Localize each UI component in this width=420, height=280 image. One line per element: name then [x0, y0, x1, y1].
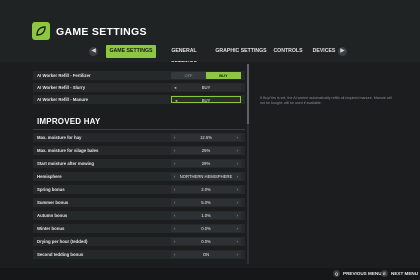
- setting-row-slurry[interactable]: AI Worker Refill - Slurry ◂ BUY: [33, 83, 245, 92]
- tab-general-settings[interactable]: GENERAL SETTINGS: [158, 45, 210, 67]
- arrow-right-icon[interactable]: ›: [237, 199, 239, 206]
- chevron-left-icon[interactable]: ◀: [89, 47, 98, 56]
- setting-label: Max. moisture for silage bales: [37, 148, 99, 153]
- value-selector[interactable]: ‹ 25% ›: [171, 147, 241, 154]
- setting-label: Second tedding bonus: [37, 252, 84, 257]
- selector-value: 2.0%: [201, 187, 211, 192]
- setting-label: Winter bonus: [37, 226, 65, 231]
- setting-row-fertilizer[interactable]: AI Worker Refill - Fertilizer OFF BUY: [33, 71, 245, 80]
- setting-row-hemisphere[interactable]: Hemisphere ‹ NORTHERN HEMISPHERE ›: [33, 172, 245, 181]
- arrow-right-icon[interactable]: ›: [237, 147, 239, 154]
- arrow-right-icon[interactable]: ›: [237, 212, 239, 219]
- setting-label: AI Worker Refill - Slurry: [37, 85, 86, 90]
- value-selector[interactable]: ‹ 5.0% ›: [171, 199, 241, 206]
- setting-row-second-tedding[interactable]: Second tedding bonus ‹ ON ›: [33, 250, 245, 259]
- selector-box[interactable]: ◂ BUY: [171, 84, 241, 91]
- setting-label: Hemisphere: [37, 174, 62, 179]
- toggle-fertilizer[interactable]: OFF BUY: [171, 72, 241, 79]
- scrollbar-thumb[interactable]: [247, 64, 249, 124]
- selector-value: NORTHERN HEMISPHERE: [179, 174, 233, 179]
- setting-row-start-moisture[interactable]: Start moisture after mowing ‹ 28% ›: [33, 159, 245, 168]
- arrow-right-icon[interactable]: ›: [237, 225, 239, 232]
- value-selector[interactable]: ‹ NORTHERN HEMISPHERE ›: [171, 173, 241, 180]
- selector-value: ON: [202, 252, 210, 257]
- arrow-right-icon[interactable]: ›: [237, 238, 239, 245]
- setting-row-max-moisture-hay[interactable]: Max. moisture for hay ‹ 12.5% ›: [33, 133, 245, 142]
- previous-menu-hint[interactable]: Q PREVIOUS MENU: [333, 270, 382, 278]
- key-e-icon: E: [381, 270, 388, 278]
- setting-label: Summer bonus: [37, 200, 69, 205]
- setting-row-autumn-bonus[interactable]: Autumn bonus ‹ 1.0% ›: [33, 211, 245, 220]
- arrow-right-icon[interactable]: ›: [237, 160, 239, 167]
- setting-row-summer-bonus[interactable]: Summer bonus ‹ 5.0% ›: [33, 198, 245, 207]
- value-selector[interactable]: ‹ ON ›: [171, 251, 241, 258]
- selector-value: 28%: [201, 161, 211, 166]
- setting-row-spring-bonus[interactable]: Spring bonus ‹ 2.0% ›: [33, 185, 245, 194]
- value-selector[interactable]: ‹ 0.0% ›: [171, 238, 241, 245]
- toggle-option-off[interactable]: OFF: [171, 72, 206, 79]
- help-text: If Buy/Yes is set, the AI worker automat…: [260, 96, 392, 105]
- setting-label: Spring bonus: [37, 187, 65, 192]
- selector-value: 0.0%: [201, 239, 211, 244]
- value-selector[interactable]: ‹ 12.5% ›: [171, 134, 241, 141]
- value-selector[interactable]: ‹ 28% ›: [171, 160, 241, 167]
- selector-value: 5.0%: [201, 200, 211, 205]
- section-divider: [33, 129, 245, 130]
- selector-box-focused[interactable]: ◂ BUY: [171, 96, 241, 103]
- arrow-right-icon[interactable]: ›: [237, 173, 239, 180]
- setting-row-max-moisture-silage[interactable]: Max. moisture for silage bales ‹ 25% ›: [33, 146, 245, 155]
- arrow-right-icon[interactable]: ›: [237, 251, 239, 258]
- tab-graphic-settings[interactable]: GRAPHIC SETTINGS: [214, 45, 268, 58]
- arrow-right-icon[interactable]: ›: [237, 134, 239, 141]
- value-selector[interactable]: ‹ 2.0% ›: [171, 186, 241, 193]
- value-selector[interactable]: ‹ 1.0% ›: [171, 212, 241, 219]
- setting-label: Start moisture after mowing: [37, 161, 95, 166]
- settings-list: AI Worker Refill - Fertilizer OFF BUY AI…: [33, 62, 245, 267]
- arrow-right-icon[interactable]: ›: [237, 186, 239, 193]
- setting-label: AI Worker Refill - Fertilizer: [37, 73, 91, 78]
- setting-label: Max. moisture for hay: [37, 135, 82, 140]
- tab-devices[interactable]: DEVICES: [309, 45, 339, 58]
- next-menu-label: NEXT MENU: [391, 271, 419, 276]
- farm-logo-icon: [32, 22, 50, 40]
- selector-manure[interactable]: ◂ BUY: [171, 96, 241, 103]
- key-q-icon: Q: [333, 270, 340, 278]
- next-menu-hint[interactable]: E NEXT MENU: [381, 270, 418, 278]
- section-title: IMPROVED HAY: [37, 117, 101, 126]
- setting-row-drying-per-hour[interactable]: Drying per hour (tedded) ‹ 0.0% ›: [33, 237, 245, 246]
- setting-label: Drying per hour (tedded): [37, 239, 88, 244]
- chevron-right-icon[interactable]: ▶: [338, 47, 347, 56]
- toggle-option-buy[interactable]: BUY: [206, 72, 241, 79]
- selector-slurry[interactable]: ◂ BUY: [171, 84, 241, 91]
- setting-label: Autumn bonus: [37, 213, 68, 218]
- setting-row-manure[interactable]: AI Worker Refill - Manure ◂ BUY: [33, 95, 245, 104]
- selector-value: 25%: [201, 148, 211, 153]
- selector-value: 0.0%: [201, 226, 211, 231]
- selector-value: 12.5%: [200, 135, 212, 140]
- tab-game-settings[interactable]: GAME SETTINGS: [106, 45, 156, 58]
- selector-value: BUY: [201, 85, 211, 90]
- tab-controls[interactable]: CONTROLS: [271, 45, 305, 58]
- setting-label: AI Worker Refill - Manure: [37, 97, 89, 102]
- previous-menu-label: PREVIOUS MENU: [343, 271, 382, 276]
- value-selector[interactable]: ‹ 0.0% ›: [171, 225, 241, 232]
- setting-row-winter-bonus[interactable]: Winter bonus ‹ 0.0% ›: [33, 224, 245, 233]
- page-title: GAME SETTINGS: [56, 26, 147, 38]
- selector-value: BUY: [201, 98, 211, 103]
- selector-value: 1.0%: [201, 213, 211, 218]
